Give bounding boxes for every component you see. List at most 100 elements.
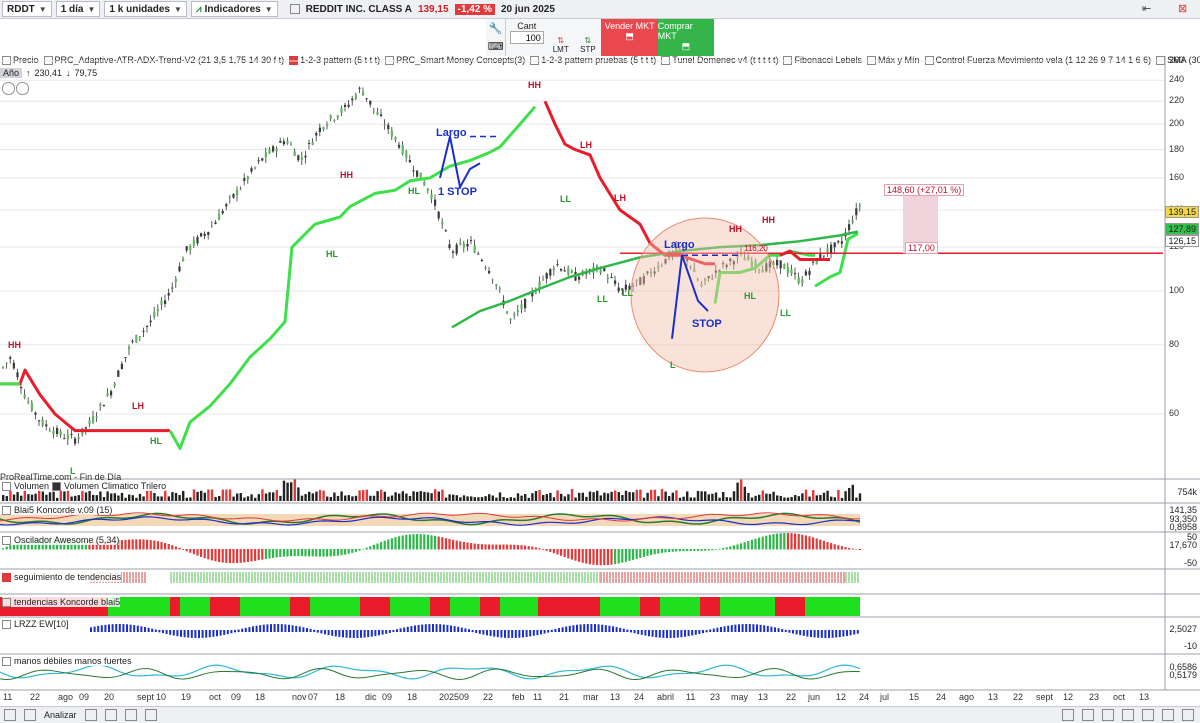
time-tick: 13 — [1139, 692, 1150, 702]
buy-market-button[interactable]: Comprar MKT ⬒ — [657, 19, 714, 56]
volume-bar — [282, 480, 286, 501]
checkbox-icon[interactable] — [530, 56, 540, 66]
time-tick: 13 — [610, 692, 621, 702]
lrzz-bar — [507, 630, 510, 638]
trend-tick — [200, 572, 202, 583]
close-icon[interactable]: ⊠ — [1178, 2, 1187, 15]
volume-bar — [59, 489, 62, 501]
indicator-item[interactable]: PRC_Adaptive-ATR-ADX-Trend-V2 (21 3,5 1,… — [43, 55, 284, 66]
lrzz-bar — [687, 630, 690, 637]
zoom-icon[interactable] — [2, 82, 15, 95]
awesome-bar — [239, 549, 242, 563]
symbol-selector[interactable]: RDDT ▼ — [2, 1, 52, 17]
candle-body — [833, 242, 836, 248]
lrzz-bar — [363, 630, 366, 638]
fib-tool-icon[interactable] — [124, 709, 137, 721]
volume-bar — [819, 494, 822, 501]
checkbox-icon[interactable] — [867, 56, 877, 66]
stop-order-button[interactable]: ⇅ STP — [574, 19, 601, 56]
checkbox-icon[interactable] — [2, 619, 11, 629]
time-tick: abril — [657, 692, 675, 702]
candle-body — [358, 87, 361, 89]
indicator-item[interactable]: 1-2-3 pattern pruebas (5 t t t) — [530, 55, 656, 66]
indicators-button[interactable]: ⩘ Indicadores ▼ — [190, 1, 278, 17]
indicator-item[interactable]: PRC_Smart Money Concepts(3) — [385, 55, 525, 66]
checkbox-icon[interactable] — [2, 535, 11, 545]
wrench-icon[interactable]: 🔧 — [489, 22, 503, 35]
trend-tick — [374, 572, 376, 583]
indicator-item[interactable]: Precio — [2, 55, 39, 66]
checkbox-icon[interactable] — [924, 56, 934, 66]
zoom-in-icon[interactable] — [1162, 709, 1174, 721]
lock-icon[interactable] — [1062, 709, 1074, 721]
checkbox-icon[interactable] — [385, 56, 395, 66]
indicator-item[interactable]: 1-2-3 pattern (5 t t t) — [289, 55, 380, 66]
trend-tick — [353, 572, 355, 583]
lrzz-bar — [183, 630, 186, 638]
trend-tick — [581, 572, 583, 583]
shape-tool-icon[interactable] — [144, 709, 157, 721]
trend-tick — [123, 572, 125, 583]
trend-tick — [449, 572, 451, 583]
text-tool-icon[interactable] — [104, 709, 117, 721]
instrument-icon — [289, 4, 300, 14]
lrzz-bar — [662, 630, 665, 638]
cursor-icon[interactable] — [4, 709, 16, 721]
checkbox-icon[interactable] — [2, 505, 11, 515]
line-tool-icon[interactable] — [84, 709, 97, 721]
volume-bar — [207, 489, 210, 501]
grid-icon[interactable] — [1122, 709, 1134, 721]
lrzz-bar — [176, 630, 179, 637]
checkbox-icon[interactable] — [661, 56, 671, 66]
awesome-bar — [250, 549, 253, 562]
checkbox-icon[interactable] — [1156, 56, 1166, 66]
sell-market-button[interactable]: Vender MKT ⬒ — [601, 19, 658, 56]
awesome-bar — [232, 549, 235, 564]
checkbox-icon[interactable] — [52, 481, 62, 491]
volume-bar — [336, 495, 340, 501]
quantity-input[interactable] — [509, 31, 544, 44]
draw-icon[interactable] — [24, 709, 36, 721]
trend-tick — [284, 572, 286, 583]
lrzz-bar — [417, 624, 420, 632]
units-selector[interactable]: 1 k unidades ▼ — [104, 1, 187, 17]
checkbox-icon[interactable] — [783, 56, 793, 66]
lrzz-bar — [280, 624, 283, 632]
checkbox-icon[interactable] — [2, 572, 11, 582]
awesome-bar — [2, 548, 5, 550]
awesome-bar — [167, 544, 170, 550]
lrzz-bar — [604, 625, 607, 632]
indicator-item[interactable]: Fibonacci Lebels — [783, 55, 862, 66]
checkbox-icon[interactable] — [2, 597, 11, 607]
checkbox-icon[interactable] — [43, 56, 53, 66]
price-chart[interactable] — [0, 0, 1200, 723]
lrzz-bar — [666, 630, 668, 638]
keyboard-icon[interactable]: ⌨ — [488, 40, 504, 53]
awesome-bar — [801, 534, 804, 550]
checkbox-icon[interactable] — [289, 56, 299, 66]
trend-tick — [443, 572, 445, 583]
checkbox-icon[interactable] — [2, 481, 11, 491]
back-arrow-icon[interactable]: ⇤ — [1142, 2, 1151, 15]
checkbox-icon[interactable] — [2, 656, 11, 666]
zoom-out-icon[interactable] — [1182, 709, 1194, 721]
checkbox-icon[interactable] — [2, 56, 11, 66]
trend-tick — [371, 572, 373, 583]
trend-tick — [323, 572, 325, 583]
clock-icon[interactable] — [16, 82, 29, 95]
hh-label: HH — [528, 80, 541, 90]
awesome-bar — [441, 537, 444, 550]
indicator-item[interactable]: Control Fuerza Movimiento vela (1 12 26 … — [924, 55, 1151, 66]
redo-icon[interactable] — [1102, 709, 1114, 721]
settings-icon[interactable] — [1142, 709, 1154, 721]
candle-body — [707, 276, 710, 279]
awesome-bar — [614, 549, 617, 565]
undo-icon[interactable] — [1082, 709, 1094, 721]
limit-order-button[interactable]: ⇅ LMT — [547, 19, 574, 56]
year-tag[interactable]: Año — [0, 68, 23, 78]
indicator-item[interactable]: Tunel Domenec v4 (t t t t t) — [661, 55, 778, 66]
timeframe-selector[interactable]: 1 día ▼ — [55, 1, 101, 17]
indicator-item[interactable]: Máx y Mín — [867, 55, 920, 66]
analyze-label[interactable]: Analizar — [44, 710, 77, 720]
trend-tick — [239, 572, 241, 583]
